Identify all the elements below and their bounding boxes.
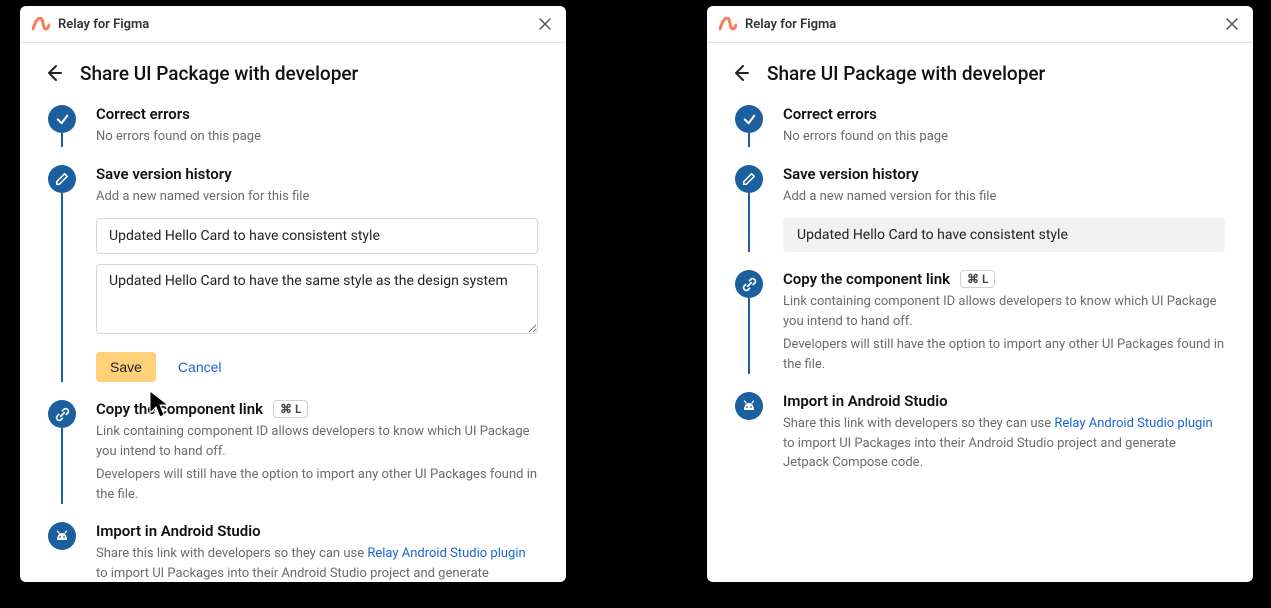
- link-icon: [48, 400, 76, 428]
- step-copy-component-link: Copy the component link ⌘ L Link contain…: [48, 400, 538, 522]
- pencil-icon: [48, 165, 76, 193]
- save-button[interactable]: Save: [96, 352, 156, 382]
- step-title: Correct errors: [783, 105, 1225, 123]
- shortcut-badge: ⌘ L: [273, 400, 308, 418]
- relay-logo-icon: [32, 17, 50, 31]
- check-icon: [48, 105, 76, 133]
- step-subtitle: No errors found on this page: [783, 127, 1225, 147]
- step-save-version-history: Save version history Add a new named ver…: [48, 165, 538, 401]
- pencil-icon: [735, 165, 763, 193]
- heading-row: Share UI Package with developer: [707, 43, 1253, 95]
- shortcut-badge: ⌘ L: [960, 270, 995, 288]
- step-subtitle: Link containing component ID allows deve…: [783, 292, 1225, 331]
- steps: Correct errors No errors found on this p…: [707, 95, 1253, 511]
- link-icon: [735, 270, 763, 298]
- version-name-input[interactable]: [96, 218, 538, 254]
- brand: Relay for Figma: [719, 17, 836, 32]
- step-title: Copy the component link ⌘ L: [783, 270, 1225, 288]
- brand: Relay for Figma: [32, 17, 149, 32]
- step-title: Save version history: [96, 165, 538, 183]
- step-title: Import in Android Studio: [783, 392, 1225, 410]
- relay-plugin-link[interactable]: Relay Android Studio plugin: [1054, 416, 1212, 431]
- android-icon: [735, 392, 763, 420]
- step-copy-component-link: Copy the component link ⌘ L Link contain…: [735, 270, 1225, 392]
- step-import-android-studio: Import in Android Studio Share this link…: [48, 522, 538, 582]
- close-button[interactable]: [536, 15, 554, 33]
- step-subtitle: Share this link with developers so they …: [783, 414, 1225, 473]
- step-title: Import in Android Studio: [96, 522, 538, 540]
- close-button[interactable]: [1223, 15, 1241, 33]
- step-subtitle: Add a new named version for this file: [783, 187, 1225, 207]
- step-import-android-studio: Import in Android Studio Share this link…: [735, 392, 1225, 491]
- page-title: Share UI Package with developer: [80, 62, 358, 85]
- step-title: Save version history: [783, 165, 1225, 183]
- relay-plugin-link[interactable]: Relay Android Studio plugin: [367, 546, 525, 561]
- page-title: Share UI Package with developer: [767, 62, 1045, 85]
- app-title: Relay for Figma: [745, 17, 836, 32]
- step-subtitle: Link containing component ID allows deve…: [96, 422, 538, 461]
- android-icon: [48, 522, 76, 550]
- back-button[interactable]: [42, 61, 66, 85]
- step-subtitle: Developers will still have the option to…: [96, 465, 538, 504]
- dialog-share-ui-package-saved: Relay for Figma Share UI Package with de…: [707, 6, 1253, 582]
- step-save-version-history: Save version history Add a new named ver…: [735, 165, 1225, 271]
- dialog-share-ui-package-editing: Relay for Figma Share UI Package with de…: [20, 6, 566, 582]
- step-correct-errors: Correct errors No errors found on this p…: [48, 105, 538, 165]
- app-title: Relay for Figma: [58, 17, 149, 32]
- step-title: Copy the component link ⌘ L: [96, 400, 538, 418]
- heading-row: Share UI Package with developer: [20, 43, 566, 95]
- version-description-input[interactable]: Updated Hello Card to have the same styl…: [96, 264, 538, 334]
- step-subtitle: Add a new named version for this file: [96, 187, 538, 207]
- saved-version-name[interactable]: Updated Hello Card to have consistent st…: [783, 218, 1225, 252]
- step-subtitle: No errors found on this page: [96, 127, 538, 147]
- step-correct-errors: Correct errors No errors found on this p…: [735, 105, 1225, 165]
- relay-logo-icon: [719, 17, 737, 31]
- step-subtitle: Share this link with developers so they …: [96, 544, 538, 582]
- check-icon: [735, 105, 763, 133]
- titlebar: Relay for Figma: [20, 6, 566, 43]
- cancel-button[interactable]: Cancel: [178, 359, 222, 375]
- titlebar: Relay for Figma: [707, 6, 1253, 43]
- steps: Correct errors No errors found on this p…: [20, 95, 566, 582]
- step-subtitle: Developers will still have the option to…: [783, 335, 1225, 374]
- back-button[interactable]: [729, 61, 753, 85]
- step-title: Correct errors: [96, 105, 538, 123]
